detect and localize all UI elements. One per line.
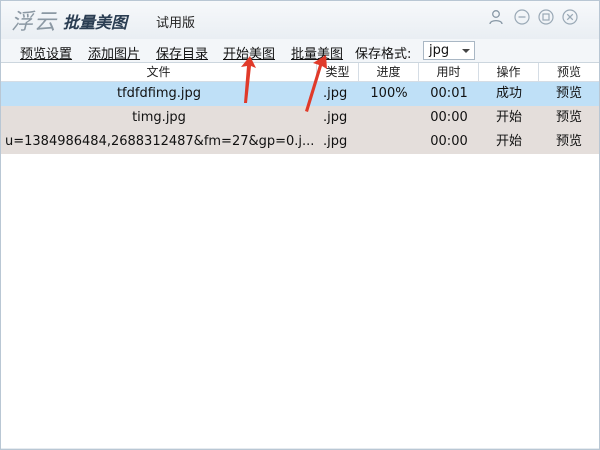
preview-link[interactable]: 预览 bbox=[539, 130, 599, 154]
table-row[interactable]: u=1384986484,2688312487&fm=27&gp=0.j... … bbox=[1, 130, 599, 154]
elapsed-time: 00:00 bbox=[430, 134, 468, 149]
save-directory-link[interactable]: 保存目录 bbox=[156, 43, 208, 62]
progress-value: 100% bbox=[370, 86, 408, 101]
chevron-down-icon bbox=[462, 49, 470, 53]
start-button[interactable]: 开始 bbox=[479, 106, 539, 130]
user-icon[interactable] bbox=[488, 9, 504, 25]
close-icon[interactable] bbox=[562, 9, 578, 25]
file-name: u=1384986484,2688312487&fm=27&gp=0.j... bbox=[5, 134, 315, 149]
action-status[interactable]: 成功 bbox=[479, 82, 539, 106]
start-button[interactable]: 开始 bbox=[479, 130, 539, 154]
edition-label: 试用版 bbox=[156, 16, 196, 31]
minimize-icon[interactable] bbox=[514, 9, 530, 25]
file-name: tfdfdfimg.jpg bbox=[116, 86, 202, 101]
maximize-icon[interactable] bbox=[538, 9, 554, 25]
elapsed-time: 00:01 bbox=[430, 86, 468, 101]
column-progress[interactable]: 进度 bbox=[359, 63, 419, 82]
file-type: .jpg bbox=[323, 134, 348, 149]
app-logo: 浮云 bbox=[11, 10, 58, 35]
save-format-select[interactable]: jpg bbox=[423, 41, 475, 60]
preview-settings-link[interactable]: 预览设置 bbox=[20, 43, 72, 62]
elapsed-time: 00:00 bbox=[430, 110, 468, 125]
column-time[interactable]: 用时 bbox=[419, 63, 479, 82]
preview-link[interactable]: 预览 bbox=[539, 82, 599, 106]
annotation-arrow-batch bbox=[305, 55, 327, 112]
save-format-value: jpg bbox=[429, 43, 450, 58]
column-preview[interactable]: 预览 bbox=[539, 63, 599, 82]
annotation-arrow-start bbox=[241, 56, 256, 103]
add-images-link[interactable]: 添加图片 bbox=[88, 43, 140, 62]
progress-value bbox=[359, 106, 419, 130]
column-action[interactable]: 操作 bbox=[479, 63, 539, 82]
preview-link[interactable]: 预览 bbox=[539, 106, 599, 130]
app-window: 浮云 批量美图 试用版 预览设置 添加图片 保存目录 开始美图 批量美图 保存格… bbox=[0, 0, 600, 450]
column-file[interactable]: 文件 bbox=[1, 63, 317, 82]
file-name: timg.jpg bbox=[132, 110, 186, 125]
app-title: 批量美图 bbox=[63, 13, 128, 32]
progress-value bbox=[359, 130, 419, 154]
title-bar[interactable]: 浮云 批量美图 试用版 bbox=[1, 1, 599, 39]
save-format-label: 保存格式: bbox=[355, 47, 412, 62]
